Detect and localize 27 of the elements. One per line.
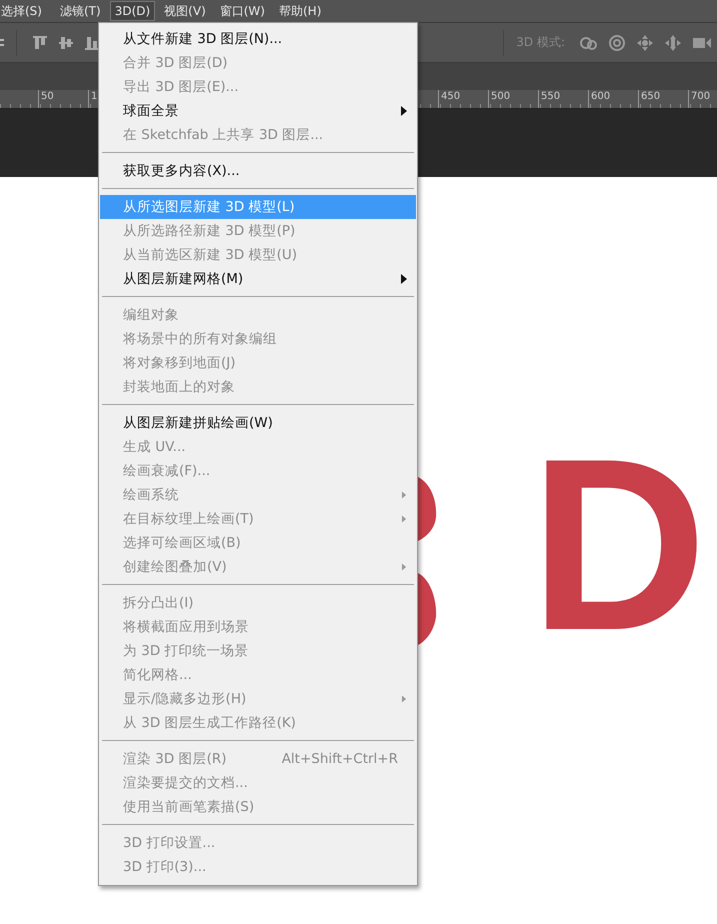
- menu-item[interactable]: 从文件新建 3D 图层(N)...: [100, 27, 416, 51]
- options-icon[interactable]: [0, 36, 6, 48]
- roll-icon[interactable]: [608, 34, 626, 52]
- ruler-label: 50: [38, 90, 88, 108]
- ruler-label: 650: [638, 90, 688, 108]
- menu-item[interactable]: 从所选图层新建 3D 模型(L): [100, 195, 416, 219]
- menu-item[interactable]: 获取更多内容(X)...: [100, 159, 416, 183]
- align-middle-icon[interactable]: [58, 34, 74, 50]
- menu-bar-item[interactable]: 3D(D): [110, 1, 156, 21]
- ruler-label: 500: [488, 90, 538, 108]
- ruler-label: 600: [588, 90, 638, 108]
- menu-bar-item[interactable]: 帮助(H): [274, 0, 326, 22]
- menu-item[interactable]: 从图层新建网格(M): [100, 267, 416, 291]
- menu-bar-item[interactable]: 选择(S): [0, 0, 47, 22]
- align-bottom-icon[interactable]: [84, 34, 100, 50]
- menu-bar-item[interactable]: 窗口(W): [214, 0, 270, 22]
- menu-bar-item[interactable]: 视图(V): [159, 0, 211, 22]
- menu-item[interactable]: 从图层新建拼贴绘画(W): [100, 411, 416, 435]
- ruler-label: 450: [438, 90, 488, 108]
- camera-icon[interactable]: [692, 36, 712, 50]
- slide-icon[interactable]: [664, 34, 682, 52]
- menu-bar-item[interactable]: 滤镜(T): [54, 0, 106, 22]
- pan-icon[interactable]: [636, 34, 654, 52]
- ruler-label: 550: [538, 90, 588, 108]
- align-top-icon[interactable]: [32, 34, 48, 50]
- ruler-label: 700: [688, 90, 717, 108]
- canvas-letter: D: [530, 422, 707, 667]
